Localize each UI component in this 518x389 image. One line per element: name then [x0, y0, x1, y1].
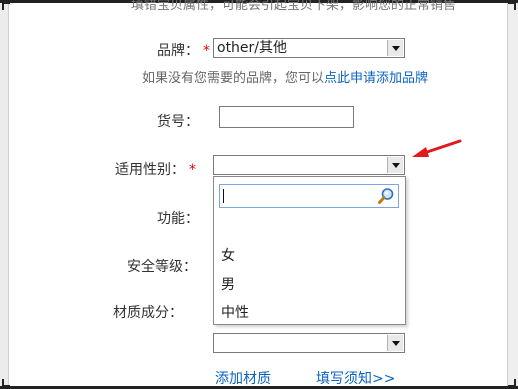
brand-label-row: 品牌： *: [157, 40, 210, 60]
chevron-down-icon[interactable]: [387, 157, 403, 173]
sku-label: 货号：: [157, 114, 199, 130]
safety-level-label: 安全等级：: [127, 259, 197, 275]
brand-hint: 如果没有您需要的品牌，您可以点此申请添加品牌: [142, 67, 428, 86]
apply-brand-link[interactable]: 点此申请添加品牌: [324, 71, 428, 86]
sku-input[interactable]: [219, 106, 354, 128]
right-border: [507, 0, 518, 389]
attribute-warning-text: 填错宝贝属性，可能会引起宝贝下架，影响您的正常销售: [131, 0, 457, 13]
brand-select-value: other/其他: [217, 40, 288, 56]
gender-label: 适用性别：: [115, 162, 185, 178]
material-select[interactable]: [213, 333, 405, 353]
chevron-down-icon[interactable]: [387, 335, 403, 351]
required-mark: *: [203, 43, 210, 59]
fill-notice-link[interactable]: 填写须知>>: [316, 368, 395, 388]
required-mark: *: [189, 162, 196, 178]
annotation-arrow-icon: [412, 139, 462, 157]
brand-hint-text: 如果没有您需要的品牌，您可以: [142, 71, 325, 86]
function-label: 功能：: [157, 211, 199, 227]
chevron-down-icon[interactable]: [387, 40, 403, 56]
search-icon[interactable]: [377, 187, 395, 205]
crop-mark: [508, 2, 516, 10]
text-cursor: [223, 189, 224, 203]
gender-option-neutral[interactable]: 中性: [221, 302, 249, 322]
material-label: 材质成分：: [113, 305, 183, 321]
brand-select[interactable]: other/其他: [213, 38, 405, 58]
crop-mark: [508, 379, 516, 387]
dropdown-search-input[interactable]: [219, 184, 399, 208]
crop-mark: [2, 379, 10, 387]
add-material-link[interactable]: 添加材质: [215, 368, 271, 388]
brand-label: 品牌：: [157, 43, 199, 59]
crop-mark: [2, 2, 10, 10]
gender-dropdown: 女 男 中性: [213, 176, 406, 325]
gender-label-row: 适用性别： *: [115, 159, 196, 179]
gender-option-male[interactable]: 男: [221, 274, 235, 294]
gender-select[interactable]: [213, 155, 405, 175]
left-border: [0, 0, 9, 389]
gender-option-female[interactable]: 女: [221, 245, 235, 265]
